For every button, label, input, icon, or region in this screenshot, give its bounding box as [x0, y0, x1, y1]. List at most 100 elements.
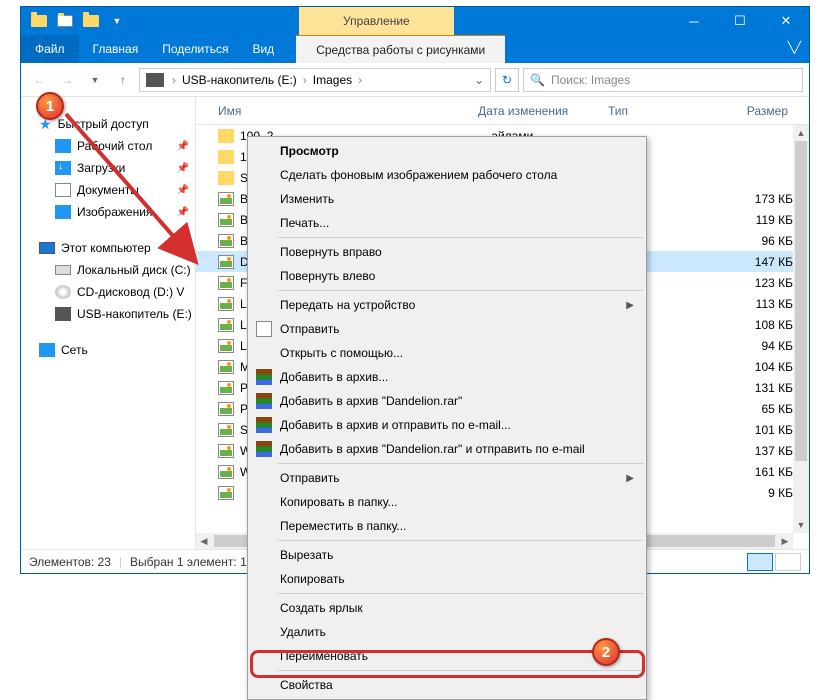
nav-this-pc[interactable]: Этот компьютер: [21, 237, 195, 259]
pin-icon: 📌: [177, 185, 189, 196]
column-headers: Имя Дата изменения Тип Размер: [196, 97, 809, 125]
annotation-badge-1: 1: [36, 92, 64, 120]
ctx-delete[interactable]: Удалить: [250, 620, 644, 644]
cd-icon: [55, 285, 71, 299]
ctx-separator: [278, 593, 643, 594]
share-icon: [256, 321, 272, 337]
col-header-type[interactable]: Тип: [608, 104, 708, 118]
ctx-rotate-right[interactable]: Повернуть вправо: [250, 240, 644, 264]
image-icon: [218, 234, 234, 248]
nav-local-disk[interactable]: Локальный диск (C:): [21, 259, 195, 281]
vertical-scrollbar[interactable]: ▲ ▼: [793, 125, 809, 533]
col-header-name[interactable]: Имя: [218, 104, 478, 118]
rar-icon: [256, 369, 272, 385]
file-size: 101 КБ: [719, 423, 793, 437]
address-dropdown-icon[interactable]: ⌄: [468, 73, 490, 87]
tab-picture-tools[interactable]: Средства работы с рисунками: [296, 35, 505, 63]
breadcrumb-sep: ›: [168, 73, 180, 87]
rar-icon: [256, 417, 272, 433]
nav-back-button[interactable]: ←: [27, 68, 51, 92]
tab-view[interactable]: Вид: [240, 35, 286, 63]
pin-icon: 📌: [177, 141, 189, 152]
close-button[interactable]: ✕: [763, 7, 809, 35]
ctx-separator: [278, 290, 643, 291]
scroll-down-icon[interactable]: ▼: [793, 517, 809, 533]
nav-forward-button[interactable]: →: [55, 68, 79, 92]
folder-icon: [218, 171, 234, 185]
qat-properties-icon[interactable]: [53, 10, 77, 32]
nav-documents[interactable]: Документы📌: [21, 179, 195, 201]
app-icon[interactable]: [27, 10, 51, 32]
ctx-separator: [278, 237, 643, 238]
ctx-rename[interactable]: Переименовать: [250, 644, 644, 668]
downloads-icon: ↓: [55, 161, 71, 175]
qat-dropdown-icon[interactable]: ▼: [105, 10, 129, 32]
ctx-properties[interactable]: Свойства: [250, 673, 644, 697]
file-size: 137 КБ: [719, 444, 793, 458]
ctx-copy[interactable]: Копировать: [250, 567, 644, 591]
image-icon: [218, 465, 234, 479]
file-size: 173 КБ: [719, 192, 793, 206]
ctx-open-with[interactable]: Открыть с помощью...: [250, 341, 644, 365]
nav-downloads[interactable]: ↓Загрузки📌: [21, 157, 195, 179]
ctx-set-wallpaper[interactable]: Сделать фоновым изображением рабочего ст…: [250, 163, 644, 187]
address-row: ← → ▼ ↑ › USB-накопитель (E:) › Images ›…: [21, 63, 809, 97]
refresh-button[interactable]: ↻: [495, 68, 519, 92]
search-input[interactable]: 🔍 Поиск: Images: [523, 68, 803, 92]
qat-newfolder-icon[interactable]: [79, 10, 103, 32]
breadcrumb-segment[interactable]: USB-накопитель (E:): [180, 73, 299, 87]
nav-cd-drive[interactable]: CD-дисковод (D:) V: [21, 281, 195, 303]
col-header-size[interactable]: Размер: [708, 104, 788, 118]
nav-pictures[interactable]: Изображения📌: [21, 201, 195, 223]
ctx-edit[interactable]: Изменить: [250, 187, 644, 211]
nav-usb-drive[interactable]: USB-накопитель (E:): [21, 303, 195, 325]
ctx-separator: [278, 670, 643, 671]
ctx-send-to[interactable]: Отправить▶: [250, 466, 644, 490]
nav-history-dropdown[interactable]: ▼: [83, 68, 107, 92]
image-icon: [218, 276, 234, 290]
col-header-date[interactable]: Дата изменения: [478, 104, 608, 118]
file-tab[interactable]: Файл: [21, 35, 79, 63]
ribbon-collapse-icon[interactable]: ╲╱: [788, 41, 801, 54]
maximize-button[interactable]: ☐: [717, 7, 763, 35]
breadcrumb-segment[interactable]: Images: [311, 73, 354, 87]
ctx-add-archive[interactable]: Добавить в архив...: [250, 365, 644, 389]
nav-up-button[interactable]: ↑: [111, 68, 135, 92]
ctx-copy-to[interactable]: Копировать в папку...: [250, 490, 644, 514]
ctx-send[interactable]: Отправить: [250, 317, 644, 341]
context-menu: Просмотр Сделать фоновым изображением ра…: [247, 136, 647, 700]
ctx-cut[interactable]: Вырезать: [250, 543, 644, 567]
nav-network[interactable]: Сеть: [21, 339, 195, 361]
file-size: 119 КБ: [719, 213, 793, 227]
image-icon: [218, 213, 234, 227]
scroll-left-icon[interactable]: ◀: [196, 533, 212, 549]
tab-home[interactable]: Главная: [81, 35, 151, 63]
scroll-thumb[interactable]: [795, 141, 807, 461]
file-size: 104 КБ: [719, 360, 793, 374]
file-size: 96 КБ: [719, 234, 793, 248]
network-icon: [39, 343, 55, 357]
scroll-up-icon[interactable]: ▲: [793, 125, 809, 141]
ctx-rotate-left[interactable]: Повернуть влево: [250, 264, 644, 288]
address-bar[interactable]: › USB-накопитель (E:) › Images › ⌄: [139, 68, 491, 92]
ctx-add-email[interactable]: Добавить в архив и отправить по e-mail..…: [250, 413, 644, 437]
ctx-cast[interactable]: Передать на устройство▶: [250, 293, 644, 317]
minimize-button[interactable]: ─: [671, 7, 717, 35]
ctx-add-rar-email[interactable]: Добавить в архив "Dandelion.rar" и отпра…: [250, 437, 644, 461]
nav-desktop[interactable]: Рабочий стол📌: [21, 135, 195, 157]
tab-share[interactable]: Поделиться: [150, 35, 240, 63]
view-details-button[interactable]: [747, 553, 773, 571]
ctx-print[interactable]: Печать...: [250, 211, 644, 235]
scroll-right-icon[interactable]: ▶: [777, 533, 793, 549]
ctx-add-rar[interactable]: Добавить в архив "Dandelion.rar": [250, 389, 644, 413]
ctx-view[interactable]: Просмотр: [250, 139, 644, 163]
image-icon: [218, 360, 234, 374]
drive-icon: [55, 265, 71, 275]
ctx-move-to[interactable]: Переместить в папку...: [250, 514, 644, 538]
pin-icon: 📌: [177, 207, 189, 218]
view-icons-button[interactable]: [775, 553, 801, 571]
ctx-shortcut[interactable]: Создать ярлык: [250, 596, 644, 620]
file-size: 161 КБ: [719, 465, 793, 479]
drive-icon: [146, 73, 164, 87]
file-size: 123 КБ: [719, 276, 793, 290]
